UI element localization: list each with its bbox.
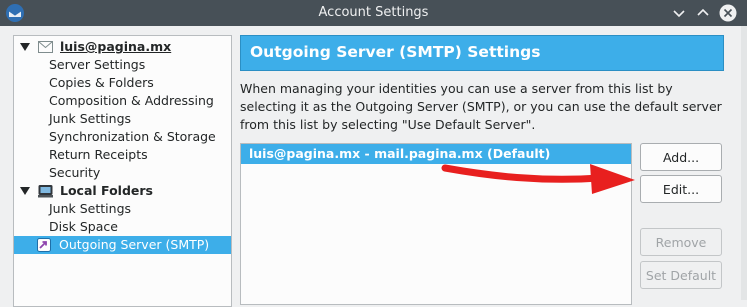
window-title: Account Settings (318, 5, 429, 20)
tree-item-security[interactable]: Security (14, 164, 231, 182)
remove-button[interactable]: Remove (640, 228, 722, 256)
minimize-icon[interactable] (670, 4, 688, 22)
expand-arrow-icon[interactable] (20, 43, 30, 51)
expand-arrow-icon[interactable] (20, 187, 30, 195)
close-icon[interactable] (719, 4, 737, 22)
tree-account-label: luis@pagina.mx (60, 39, 172, 54)
tree-item-disk-space[interactable]: Disk Space (14, 218, 231, 236)
annotation-arrow-icon (441, 164, 635, 194)
smtp-description: When managing your identities you can us… (240, 81, 722, 132)
tree-item-outgoing-server[interactable]: Outgoing Server (SMTP) (14, 236, 231, 254)
page-title-bar: Outgoing Server (SMTP) Settings (240, 35, 724, 71)
account-tree[interactable]: luis@pagina.mx Server Settings Copies & … (13, 35, 232, 307)
mail-account-icon (38, 41, 53, 53)
edit-button[interactable]: Edit... (640, 175, 722, 203)
tree-item-server-settings[interactable]: Server Settings (14, 56, 231, 74)
outgoing-server-icon (37, 238, 51, 252)
computer-icon (38, 185, 53, 198)
tree-local-folders[interactable]: Local Folders (14, 182, 231, 200)
tree-local-folders-label: Local Folders (60, 183, 153, 198)
tree-item-composition-addressing[interactable]: Composition & Addressing (14, 92, 231, 110)
window-edge (741, 26, 747, 300)
tree-item-return-receipts[interactable]: Return Receipts (14, 146, 231, 164)
tree-item-synchronization-storage[interactable]: Synchronization & Storage (14, 128, 231, 146)
add-button[interactable]: Add... (640, 143, 722, 171)
set-default-button[interactable]: Set Default (640, 261, 722, 289)
tree-account-luis[interactable]: luis@pagina.mx (14, 38, 231, 56)
page-title: Outgoing Server (SMTP) Settings (250, 43, 541, 61)
tree-item-local-junk-settings[interactable]: Junk Settings (14, 200, 231, 218)
tree-item-copies-folders[interactable]: Copies & Folders (14, 74, 231, 92)
title-bar: Account Settings (0, 0, 747, 26)
maximize-icon[interactable] (694, 4, 712, 22)
tree-item-junk-settings[interactable]: Junk Settings (14, 110, 231, 128)
tree-item-outgoing-label: Outgoing Server (SMTP) (59, 237, 210, 252)
